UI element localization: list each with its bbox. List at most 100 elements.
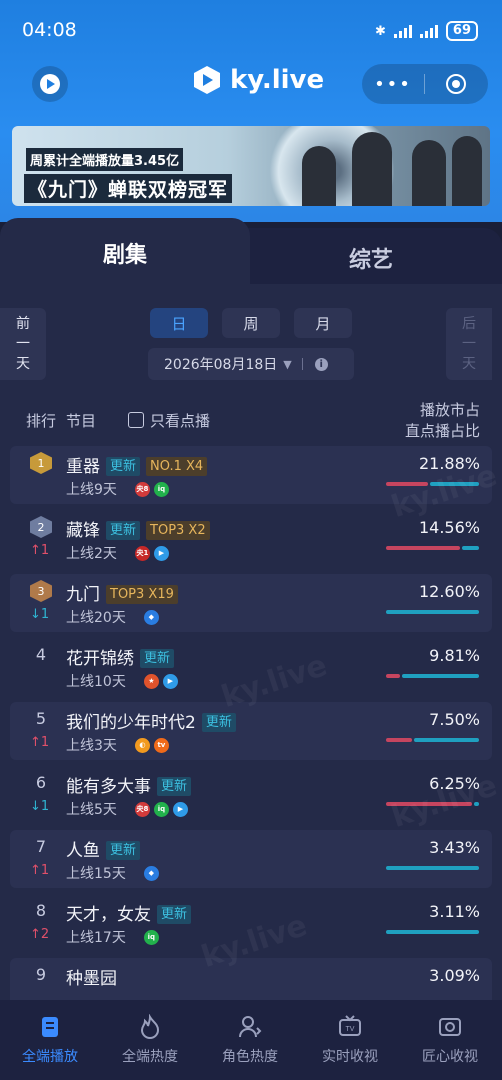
- online-days: 上线2天: [66, 546, 117, 562]
- nav-item[interactable]: 角色热度: [202, 1014, 298, 1066]
- vod-bar-segment: [386, 674, 400, 678]
- update-badge: 更新: [106, 841, 141, 860]
- top-badge: NO.1 X4: [146, 457, 208, 476]
- program-title: 人鱼 更新: [66, 836, 141, 861]
- cctv8-icon: 央8: [134, 481, 150, 497]
- mgtv-icon: tv: [153, 737, 169, 753]
- nav-item[interactable]: 全端热度: [102, 1013, 198, 1066]
- arrow-up-icon: ↑: [30, 927, 41, 942]
- market-share: 3.43%: [429, 838, 480, 857]
- table-row[interactable]: 3 ↓1 九门 TOP3 X19 上线20天 ◆ 12.60%: [0, 574, 502, 632]
- market-share: 12.60%: [418, 582, 480, 601]
- update-badge: 更新: [157, 777, 192, 796]
- banner-figure: [302, 146, 336, 206]
- logo-text: ky.live: [230, 65, 325, 95]
- program-title: 重器 更新 NO.1 X4: [66, 452, 208, 477]
- market-share: 9.81%: [429, 646, 480, 665]
- nav-item[interactable]: 匠心收视: [402, 1014, 498, 1066]
- online-days: 上线9天: [66, 482, 117, 498]
- vod-live-ratio-bar: [386, 674, 479, 678]
- top-badge: TOP3 X19: [106, 585, 178, 604]
- online-info: 上线17天 iq: [66, 927, 159, 947]
- app-logo: ky.live: [192, 65, 324, 95]
- program-title: 花开锦绣 更新: [66, 644, 175, 669]
- online-info: 上线5天 央8 iq ▶: [66, 799, 188, 819]
- tab-drama[interactable]: 剧集: [0, 218, 250, 288]
- rank-number: 5: [35, 709, 47, 728]
- period-day-button[interactable]: 日: [150, 308, 208, 338]
- mango-tv-icon: ★: [143, 673, 159, 689]
- market-share: 3.11%: [429, 902, 480, 921]
- bluetooth-icon: ✱: [375, 23, 386, 39]
- online-info: 上线2天 央1 ▶: [66, 543, 169, 563]
- table-row[interactable]: 7 ↑1 人鱼 更新 上线15天 ◆ 3.43%: [0, 830, 502, 888]
- arrow-up-icon: ↑: [30, 735, 41, 750]
- play-logo-icon: [40, 74, 60, 94]
- vod-live-ratio-bar: [386, 610, 479, 614]
- hunan-tv-icon: ◐: [134, 737, 150, 753]
- only-vod-label[interactable]: 只看点播: [150, 410, 210, 431]
- update-badge: 更新: [106, 457, 141, 476]
- table-row[interactable]: 5 ↑1 我们的少年时代2 更新 上线3天 ◐ tv 7.50%: [0, 702, 502, 760]
- online-days: 上线5天: [66, 802, 117, 818]
- banner-figure: [452, 136, 482, 206]
- nav-label: 角色热度: [222, 1049, 278, 1065]
- nav-label: 匠心收视: [422, 1049, 478, 1065]
- program-title: 种墨园: [66, 969, 117, 989]
- tencent-video-icon: ▶: [172, 801, 188, 817]
- col-program: 节目: [66, 412, 97, 430]
- live-bar-segment: [462, 546, 479, 550]
- next-day-button[interactable]: 后一天: [446, 308, 492, 380]
- live-bar-segment: [402, 674, 479, 678]
- youku-icon: ◆: [143, 609, 159, 625]
- flame-icon: [137, 1013, 163, 1040]
- logo-icon: [194, 66, 220, 94]
- update-badge: 更新: [157, 905, 192, 924]
- status-time: 04:08: [22, 19, 77, 41]
- info-icon[interactable]: i: [314, 357, 328, 371]
- vod-live-ratio-bar: [386, 738, 479, 742]
- market-share: 3.09%: [429, 966, 480, 985]
- banner-figure: [352, 132, 392, 206]
- rank-number: 6: [35, 773, 47, 792]
- rank-change: ↑2: [30, 927, 50, 942]
- iqiyi-icon: iq: [143, 929, 159, 945]
- rank-change: ↓1: [30, 607, 50, 622]
- online-info: 上线3天 ◐ tv: [66, 735, 169, 755]
- table-row[interactable]: 2 ↑1 藏锋 更新 TOP3 X2 上线2天 央1 ▶ 14.56%: [0, 510, 502, 568]
- market-share: 14.56%: [418, 518, 480, 537]
- status-bar: 04:08 ✱ 69: [0, 0, 502, 60]
- more-button[interactable]: •••: [362, 74, 424, 95]
- rank-number: 7: [35, 837, 47, 856]
- date-picker[interactable]: 2026年08月18日 ▼ i: [148, 348, 354, 380]
- battery-icon: 69: [445, 21, 478, 41]
- close-button[interactable]: [425, 73, 487, 95]
- market-share: 7.50%: [429, 710, 480, 729]
- banner-figure: [412, 140, 446, 206]
- rank-change: ↑1: [30, 735, 50, 750]
- online-info: 上线10天 ★ ▶: [66, 671, 178, 691]
- top-badge: TOP3 X2: [146, 521, 210, 540]
- column-header: 排行 节目 只看点播 播放市占 直点播占比: [0, 396, 502, 446]
- tab-variety[interactable]: 综艺: [240, 228, 502, 288]
- miniapp-capsule: •••: [362, 64, 488, 104]
- rank-number: 9: [35, 965, 47, 984]
- home-button[interactable]: [32, 66, 68, 102]
- rank-change: ↓1: [30, 799, 50, 814]
- program-title: 我们的少年时代2 更新: [66, 708, 236, 733]
- online-days: 上线15天: [66, 866, 126, 882]
- rank-medal-icon: 2: [30, 516, 52, 538]
- rank-number: 8: [35, 901, 47, 920]
- nav-item[interactable]: TV 实时收视: [302, 1014, 398, 1066]
- only-vod-checkbox[interactable]: [128, 412, 144, 428]
- arrow-down-icon: ↓: [30, 607, 41, 622]
- nav-item[interactable]: 全端播放: [2, 1014, 98, 1066]
- next-day-label: 后一天: [462, 316, 476, 372]
- program-title: 藏锋 更新 TOP3 X2: [66, 516, 210, 541]
- rank-change: ↑1: [30, 543, 50, 558]
- period-month-button[interactable]: 月: [294, 308, 352, 338]
- promo-banner[interactable]: 周累计全端播放量3.45亿 《九门》蝉联双榜冠军: [12, 126, 490, 206]
- period-week-button[interactable]: 周: [222, 308, 280, 338]
- live-bar-segment: [386, 866, 479, 870]
- prev-day-button[interactable]: 前一天: [0, 308, 46, 380]
